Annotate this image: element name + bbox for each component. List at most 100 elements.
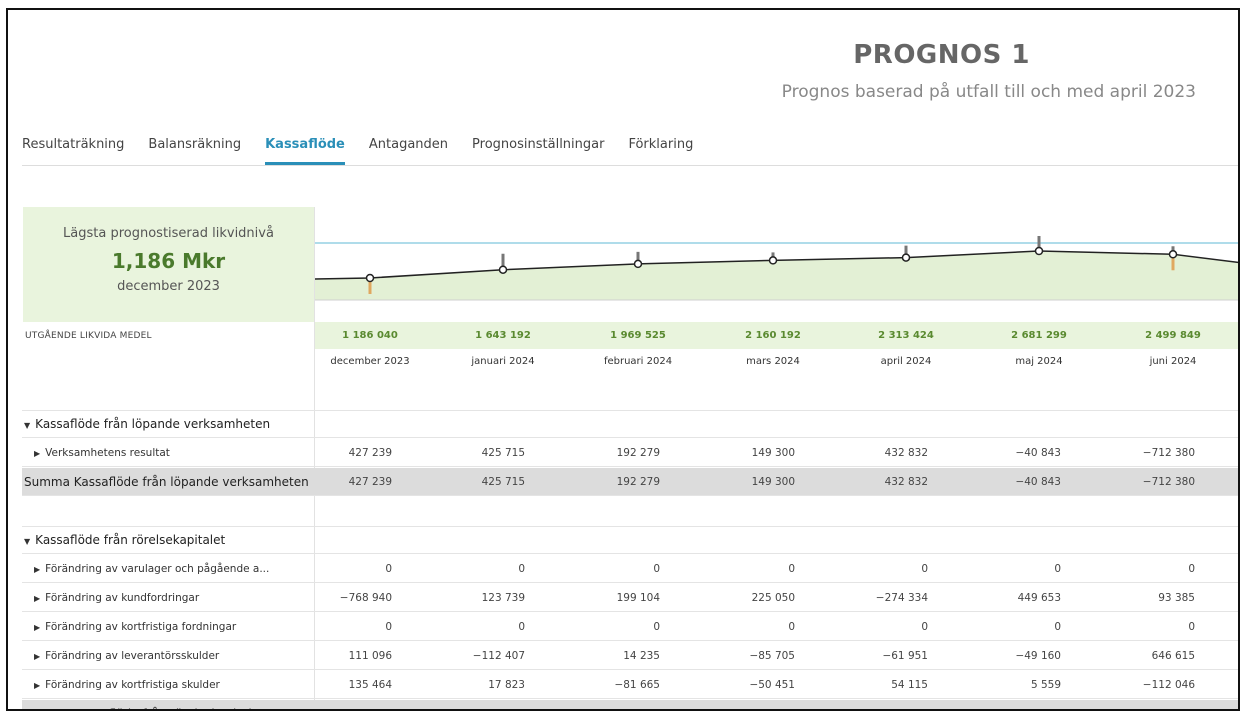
table-cell: −85 705 bbox=[749, 650, 795, 662]
liquidity-value: 1 969 525 bbox=[610, 330, 666, 341]
tab-kassaflode[interactable]: Kassaflöde bbox=[265, 137, 345, 165]
table-cell: 0 bbox=[1054, 563, 1061, 575]
table-cell: 406 053 bbox=[971, 700, 1061, 709]
table-cell: −768 940 bbox=[339, 592, 392, 604]
section-header-lopande-label: ▼ Kassaflöde från löpande verksamheten bbox=[24, 410, 270, 438]
caret-right-icon[interactable]: ▶ bbox=[34, 643, 40, 671]
table-cell: −81 665 bbox=[614, 679, 660, 691]
table-cell: −50 451 bbox=[749, 679, 795, 691]
table-cell: 135 464 bbox=[348, 679, 392, 691]
section-header-rorelse[interactable]: ▼ Kassaflöde från rörelsekapitalet bbox=[22, 526, 1238, 556]
table-cell: 0 bbox=[653, 621, 660, 633]
liquidity-value: 2 681 299 bbox=[1011, 330, 1067, 341]
section-header-lopande[interactable]: ▼ Kassaflöde från löpande verksamheten bbox=[22, 410, 1238, 438]
table-row-label: ▶ Förändring av kundfordringar bbox=[34, 584, 199, 612]
table-row[interactable]: ▶ Förändring av leverantörsskulder 111 096… bbox=[22, 642, 1238, 670]
row-label-text: Verksamhetens resultat bbox=[45, 447, 170, 459]
caret-down-icon[interactable]: ▼ bbox=[24, 528, 30, 556]
sum-row-rorelse-label: Summa Kassaflöde från rörelsekapitalet bbox=[24, 700, 264, 709]
app-frame: PROGNOS 1 Prognos baserad på utfall till… bbox=[6, 8, 1240, 711]
month-header: maj 2024 bbox=[1015, 356, 1063, 367]
table-cell: 432 832 bbox=[884, 447, 928, 459]
table-cell: 5 559 bbox=[1030, 679, 1061, 691]
table-cell: 199 104 bbox=[616, 592, 660, 604]
table-cell: 93 385 bbox=[1158, 592, 1195, 604]
table-cell: 0 bbox=[1188, 621, 1195, 633]
caret-right-icon[interactable]: ▶ bbox=[34, 614, 40, 642]
table-cell: 0 bbox=[385, 621, 392, 633]
table-cell: 0 bbox=[1188, 563, 1195, 575]
table-row[interactable]: ▶ Förändring av kortfristiga skulder 135 4… bbox=[22, 671, 1238, 699]
table-cell: −522 381 bbox=[302, 700, 392, 709]
table-cell: 225 050 bbox=[751, 592, 795, 604]
table-cell: 0 bbox=[518, 621, 525, 633]
chart-point bbox=[768, 256, 778, 265]
tab-resultatrakning[interactable]: Resultaträkning bbox=[22, 137, 124, 165]
table-cell: −712 380 bbox=[1142, 447, 1195, 459]
table-cell: 449 653 bbox=[1017, 592, 1061, 604]
month-header: april 2024 bbox=[880, 356, 932, 367]
lowest-liquidity-label: Lägsta prognostiserad likvidnivå bbox=[63, 226, 274, 241]
row-label-text: Kassaflöde från löpande verksamheten bbox=[35, 417, 271, 431]
table-cell: 425 715 bbox=[481, 447, 525, 459]
lowest-liquidity-value: 1,186 Mkr bbox=[111, 249, 226, 273]
table-row-label: ▶ Förändring av leverantörsskulder bbox=[34, 642, 219, 670]
table-cell: 646 615 bbox=[1151, 650, 1195, 662]
table-cell: 111 096 bbox=[348, 650, 392, 662]
table-cell: 0 bbox=[653, 563, 660, 575]
table-row[interactable]: ▶ Förändring av kortfristiga fordningar 0 0… bbox=[22, 613, 1238, 641]
table-cell: 0 bbox=[385, 563, 392, 575]
table-row-label: ▶ Förändring av kortfristiga fordningar bbox=[34, 613, 236, 641]
caret-right-icon[interactable]: ▶ bbox=[34, 672, 40, 700]
caret-right-icon[interactable]: ▶ bbox=[34, 440, 40, 468]
table-cell: 149 300 bbox=[751, 447, 795, 459]
caret-down-icon[interactable]: ▼ bbox=[24, 412, 30, 440]
table-cell: −712 380 bbox=[1142, 476, 1195, 488]
table-cell: 427 239 bbox=[348, 476, 392, 488]
liquidity-values-bar: 1 186 040 1 643 192 1 969 525 2 160 192 2 31… bbox=[315, 322, 1238, 349]
caret-right-icon[interactable]: ▶ bbox=[34, 556, 40, 584]
table-cell: 432 832 bbox=[884, 476, 928, 488]
table-cell: 0 bbox=[788, 563, 795, 575]
row-label-text: Förändring av kortfristiga skulder bbox=[45, 679, 220, 691]
chart-point bbox=[365, 273, 375, 283]
table-row[interactable]: ▶ Förändring av varulager och pågående a.… bbox=[22, 555, 1238, 584]
sum-row-lopande-label: Summa Kassaflöde från löpande verksamhet… bbox=[24, 468, 309, 496]
liquidity-value: 2 313 424 bbox=[878, 330, 934, 341]
table-row-label: ▶ Verksamhetens resultat bbox=[34, 439, 170, 467]
liquidity-row-label: UTGÅENDE LIKVIDA MEDEL bbox=[25, 331, 152, 341]
table-cell: 14 235 bbox=[623, 650, 660, 662]
sum-row-lopande: Summa Kassaflöde från löpande verksamhet… bbox=[22, 468, 1238, 496]
table-cell: 54 115 bbox=[891, 679, 928, 691]
table-cell: 88 894 bbox=[705, 700, 795, 709]
liquidity-value: 2 160 192 bbox=[745, 330, 801, 341]
chart-point bbox=[1034, 246, 1044, 256]
table-cell: 0 bbox=[921, 621, 928, 633]
lowest-liquidity-period: december 2023 bbox=[117, 279, 220, 294]
table-cell: −40 843 bbox=[1015, 476, 1061, 488]
tab-antaganden[interactable]: Antaganden bbox=[369, 137, 448, 165]
table-cell: 627 953 bbox=[1105, 700, 1195, 709]
table-cell: −61 951 bbox=[882, 650, 928, 662]
tab-prognosinstallningar[interactable]: Prognosinställningar bbox=[472, 137, 604, 165]
table-cell: 0 bbox=[518, 563, 525, 575]
table-row-label: ▶ Förändring av kortfristiga skulder bbox=[34, 671, 220, 699]
liquidity-value: 1 186 040 bbox=[342, 330, 398, 341]
table-cell: −282 170 bbox=[838, 700, 928, 709]
liquidity-value: 1 643 192 bbox=[475, 330, 531, 341]
chart-point bbox=[498, 265, 508, 274]
row-label-text: Summa Kassaflöde från löpande verksamhet… bbox=[24, 475, 309, 489]
row-label-text: Summa Kassaflöde från rörelsekapitalet bbox=[24, 707, 264, 709]
month-header: december 2023 bbox=[330, 356, 410, 367]
table-cell: 192 279 bbox=[616, 476, 660, 488]
month-header: juni 2024 bbox=[1149, 356, 1197, 367]
tab-balansrakning[interactable]: Balansräkning bbox=[148, 137, 241, 165]
row-label-text: Förändring av kundfordringar bbox=[45, 592, 200, 604]
chart-area bbox=[315, 251, 1238, 300]
lowest-liquidity-panel: Lägsta prognostiserad likvidnivå 1,186 M… bbox=[23, 207, 314, 322]
table-cell: 131 675 bbox=[570, 700, 660, 709]
tab-forklaring[interactable]: Förklaring bbox=[628, 137, 693, 165]
table-row[interactable]: ▶ Verksamhetens resultat 427 239 425 715 192… bbox=[22, 439, 1238, 467]
caret-right-icon[interactable]: ▶ bbox=[34, 585, 40, 613]
table-row[interactable]: ▶ Förändring av kundfordringar −768 940 123… bbox=[22, 584, 1238, 612]
